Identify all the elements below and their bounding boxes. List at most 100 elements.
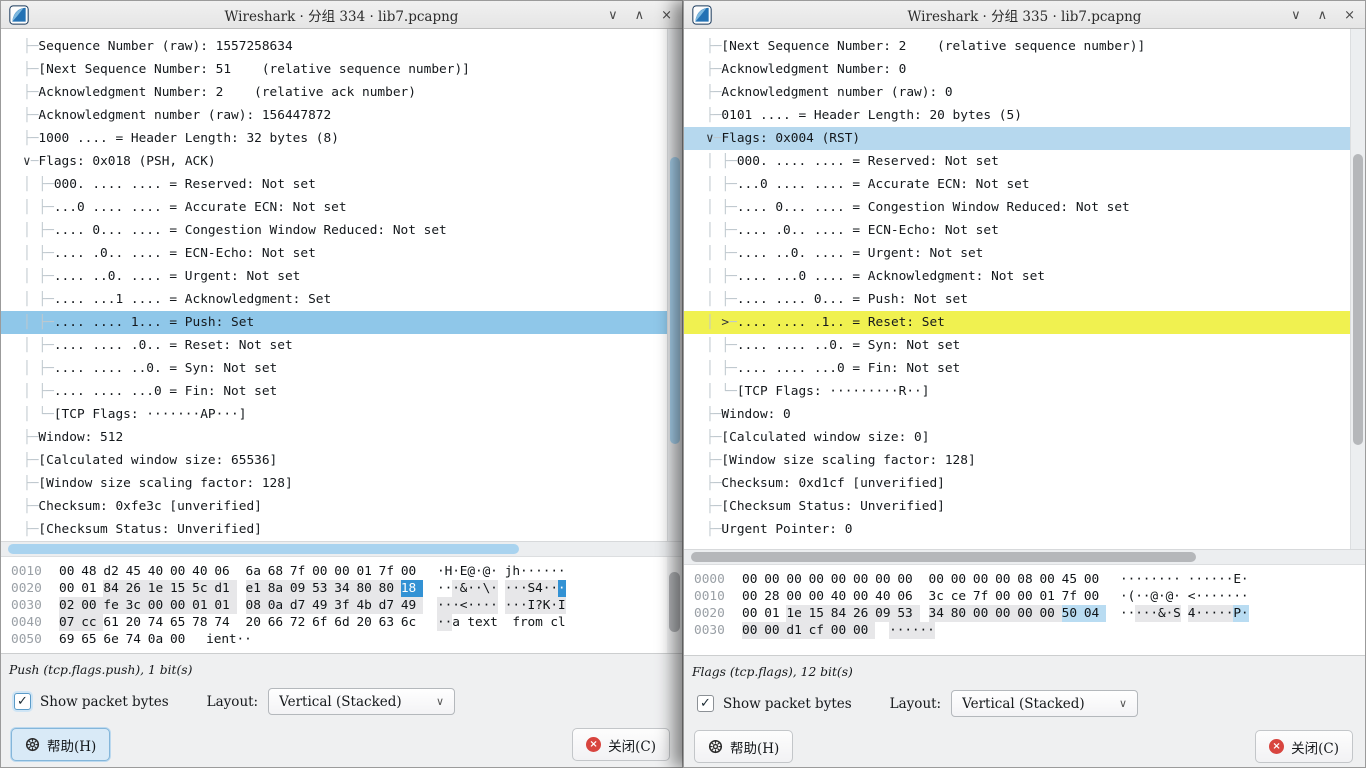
hex-ascii-char[interactable]: & [1158,605,1166,622]
hex-byte[interactable]: 08 [246,597,268,614]
hex-byte[interactable]: 40 [875,588,897,605]
hex-byte[interactable]: 09 [290,580,312,597]
hex-byte[interactable]: 00 [786,571,808,588]
hex-row[interactable]: 001000280000400040063cce7f0000017f00·(··… [694,588,1365,605]
hex-byte[interactable]: d2 [103,563,125,580]
hex-byte[interactable]: 74 [214,614,236,631]
help-button[interactable]: 帮助(H) [694,730,793,763]
close-window-icon[interactable]: × [1344,9,1355,22]
show-packet-bytes-checkbox[interactable]: ✓ [697,695,714,712]
hex-ascii-char[interactable]: · [1241,588,1249,605]
hex-ascii-char[interactable]: I [528,597,536,614]
hex-ascii-char[interactable]: · [1143,588,1151,605]
hex-ascii-char[interactable]: ? [535,597,543,614]
hex-ascii-char[interactable]: \ [483,580,491,597]
hex-ascii-char[interactable]: · [912,622,920,639]
hex-ascii-char[interactable]: · [1195,588,1203,605]
hex-ascii-char[interactable]: · [1226,588,1234,605]
hex-ascii-char[interactable]: · [520,580,528,597]
hex-ascii-char[interactable]: · [1135,588,1143,605]
tree-row[interactable]: │ └─[TCP Flags: ·········R··] [684,380,1350,403]
tree-row[interactable]: │ ├─.... ...1 .... = Acknowledgment: Set [1,288,667,311]
hex-byte[interactable]: 00 [742,622,764,639]
show-packet-bytes-checkbox[interactable]: ✓ [14,693,31,710]
hex-row[interactable]: 00300200fe3c00000101080ad7493f4bd749···<… [11,597,667,614]
hex-byte[interactable]: 00 [831,622,853,639]
hex-ascii-char[interactable]: S [1173,605,1181,622]
hex-ascii-char[interactable]: r [520,614,528,631]
hex-byte[interactable]: 80 [379,580,401,597]
hex-ascii-char[interactable]: · [558,580,566,597]
hex-byte[interactable]: 01 [214,597,236,614]
hex-ascii-char[interactable]: 4 [535,580,543,597]
help-button[interactable]: 帮助(H) [11,728,110,761]
hex-byte[interactable]: 40 [831,588,853,605]
hex-ascii-char[interactable]: j [505,563,513,580]
hex-byte[interactable]: d7 [379,597,401,614]
hex-ascii-char[interactable]: e [214,631,222,648]
hex-ascii-char[interactable]: · [1218,571,1226,588]
hex-byte[interactable]: 65 [170,614,192,631]
hex-ascii-char[interactable]: · [1211,588,1219,605]
hex-ascii-char[interactable]: · [1173,588,1181,605]
hex-ascii-char[interactable]: · [1226,571,1234,588]
hex-ascii-char[interactable]: · [543,563,551,580]
hex-ascii-char[interactable]: · [1135,571,1143,588]
hex-byte[interactable]: 00 [1084,588,1106,605]
hex-ascii-char[interactable]: · [1166,605,1174,622]
tree-row[interactable]: │ ├─...0 .... .... = Accurate ECN: Not s… [684,173,1350,196]
tree-row[interactable]: │ ├─.... ...0 .... = Acknowledgment: Not… [684,265,1350,288]
hex-byte[interactable]: 00 [764,571,786,588]
hex-byte[interactable]: 01 [1039,588,1061,605]
hex-byte[interactable]: 20 [246,614,268,631]
hex-byte[interactable]: 00 [742,571,764,588]
tree-row[interactable]: ├─1000 .... = Header Length: 32 bytes (8… [1,127,667,150]
hex-row[interactable]: 0020000184261e155cd1e18a095334808018···&… [11,580,667,597]
hex-byte[interactable]: 00 [786,588,808,605]
tree-vertical-scrollbar[interactable] [667,29,682,541]
hex-ascii-char[interactable]: · [1135,605,1143,622]
titlebar[interactable]: Wireshark · 分组 335 · lib7.pcapng ∨ ∧ × [684,1,1365,29]
hex-byte[interactable]: d1 [786,622,808,639]
tree-row[interactable]: ├─[Window size scaling factor: 128] [1,472,667,495]
tree-row[interactable]: │ ├─.... 0... .... = Congestion Window R… [684,196,1350,219]
hex-byte[interactable]: 49 [312,597,334,614]
tree-row[interactable]: │ ├─.... .... ..0. = Syn: Not set [1,357,667,380]
hex-byte[interactable]: e1 [246,580,268,597]
hex-byte[interactable]: 4b [356,597,378,614]
hex-byte[interactable]: d7 [290,597,312,614]
hex-byte[interactable]: 74 [126,631,148,648]
hex-byte[interactable]: 78 [192,614,214,631]
hex-ascii-char[interactable]: · [1203,605,1211,622]
hex-ascii-char[interactable]: · [1195,571,1203,588]
hex-byte[interactable]: 28 [764,588,786,605]
hex-ascii-char[interactable]: · [920,622,928,639]
hex-ascii-char[interactable]: a [452,614,460,631]
layout-select[interactable]: Vertical (Stacked) ∨ [951,690,1138,717]
tree-row[interactable]: │ ├─.... 0... .... = Congestion Window R… [1,219,667,242]
hex-byte[interactable]: 00 [764,622,786,639]
hex-byte[interactable]: 6c [401,614,423,631]
hex-byte[interactable]: 00 [59,580,81,597]
minimize-icon[interactable]: ∨ [1291,9,1301,22]
tree-row[interactable]: │ └─[TCP Flags: ·······AP···] [1,403,667,426]
hex-byte[interactable]: 18 [401,580,423,597]
hex-ascii-char[interactable]: & [460,580,468,597]
hex-ascii-char[interactable]: e [475,614,483,631]
hex-ascii-char[interactable]: · [512,597,520,614]
hex-byte[interactable]: 80 [951,605,973,622]
hex-byte[interactable]: 1e [786,605,808,622]
tree-row[interactable]: ├─[Checksum Status: Unverified] [1,518,667,541]
hex-ascii-char[interactable]: · [475,597,483,614]
hex-byte[interactable]: 26 [853,605,875,622]
hex-ascii-char[interactable]: · [1158,571,1166,588]
hex-ascii-char[interactable]: · [1150,571,1158,588]
hex-ascii-char[interactable]: · [237,631,245,648]
tree-row[interactable]: ├─[Next Sequence Number: 51 (relative se… [1,58,667,81]
layout-select[interactable]: Vertical (Stacked) ∨ [268,688,455,715]
hex-ascii-char[interactable]: @ [483,563,491,580]
hex-byte[interactable]: 1e [148,580,170,597]
hex-byte[interactable]: d1 [214,580,236,597]
hex-ascii-char[interactable]: · [1150,605,1158,622]
hex-ascii-char[interactable]: < [1188,588,1196,605]
